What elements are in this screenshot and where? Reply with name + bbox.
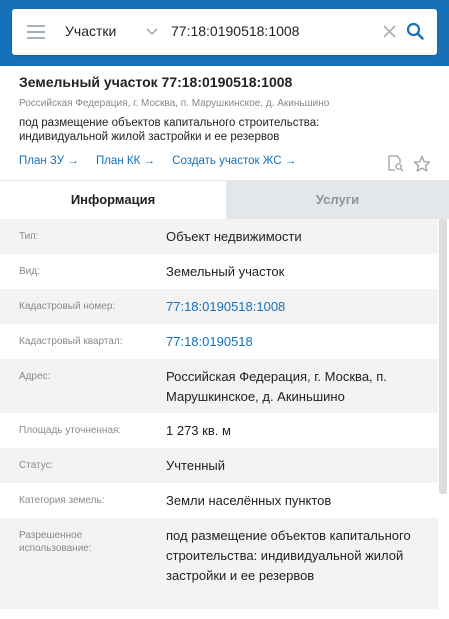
detail-row-permitted-use: Разрешенное использование: под размещени… — [0, 518, 438, 609]
plan-kk-link[interactable]: План КК → — [96, 155, 155, 167]
search-box: Участки 77:18:0190518:1008 — [12, 9, 437, 55]
search-input[interactable]: 77:18:0190518:1008 — [171, 23, 299, 39]
top-bar: Участки 77:18:0190518:1008 — [0, 0, 449, 66]
object-card: Земельный участок 77:18:0190518:1008 Рос… — [0, 66, 449, 180]
tab-services[interactable]: Услуги — [226, 181, 449, 219]
tab-bar: Информация Услуги — [0, 180, 449, 219]
cadastral-number-link[interactable]: 77:18:0190518:1008 — [166, 297, 428, 317]
detail-row-kind: Вид: Земельный участок — [0, 254, 438, 289]
document-search-icon[interactable] — [387, 155, 404, 172]
detail-value: 1 273 кв. м — [166, 423, 231, 438]
cadastral-quarter-link[interactable]: 77:18:0190518 — [166, 332, 428, 352]
menu-icon[interactable] — [27, 24, 45, 40]
detail-label: Адрес: — [19, 371, 51, 382]
detail-value: Земли населённых пунктов — [166, 493, 332, 508]
detail-label: Кадастровый номер: — [19, 301, 116, 312]
detail-value: Земельный участок — [166, 264, 285, 279]
object-address: Российская Федерация, г. Москва, п. Мару… — [19, 98, 330, 109]
object-title: Земельный участок 77:18:0190518:1008 — [19, 74, 293, 90]
detail-row-cadastral-quarter: Кадастровый квартал: 77:18:0190518 — [0, 324, 438, 359]
details-list: Тип: Объект недвижимости Вид: Земельный … — [0, 219, 438, 609]
detail-row-cadastral-number: Кадастровый номер: 77:18:0190518:1008 — [0, 289, 438, 324]
object-links: План ЗУ → План КК → Создать участок ЖС → — [19, 155, 310, 167]
detail-row-area: Площадь уточненная: 1 273 кв. м — [0, 413, 438, 448]
object-description: под размещение объектов капитального стр… — [19, 117, 320, 143]
detail-row-status: Статус: Учтенный — [0, 448, 438, 483]
search-icon[interactable] — [406, 22, 424, 40]
detail-label: Разрешенное использование: — [19, 530, 92, 554]
detail-value: под размещение объектов капитального стр… — [166, 528, 411, 583]
star-icon[interactable] — [413, 155, 431, 173]
detail-label: Кадастровый квартал: — [19, 336, 123, 347]
plan-zu-link[interactable]: План ЗУ → — [19, 155, 79, 167]
chevron-down-icon[interactable] — [145, 24, 159, 38]
detail-row-address: Адрес: Российская Федерация, г. Москва, … — [0, 359, 438, 413]
category-select[interactable]: Участки — [65, 23, 116, 39]
detail-value: Российская Федерация, г. Москва, п. Мару… — [166, 369, 387, 404]
detail-label: Площадь уточненная: — [19, 425, 122, 436]
clear-icon[interactable] — [382, 24, 397, 39]
scrollbar[interactable] — [439, 219, 447, 494]
detail-value: Учтенный — [166, 458, 226, 473]
detail-label: Категория земель: — [19, 495, 105, 506]
detail-row-land-category: Категория земель: Земли населённых пункт… — [0, 483, 438, 518]
detail-label: Тип: — [19, 231, 39, 242]
detail-label: Вид: — [19, 266, 40, 277]
detail-label: Статус: — [19, 460, 54, 471]
create-zs-link[interactable]: Создать участок ЖС → — [172, 155, 296, 167]
tab-information[interactable]: Информация — [0, 181, 226, 219]
detail-value: Объект недвижимости — [166, 229, 302, 244]
detail-row-type: Тип: Объект недвижимости — [0, 219, 438, 254]
